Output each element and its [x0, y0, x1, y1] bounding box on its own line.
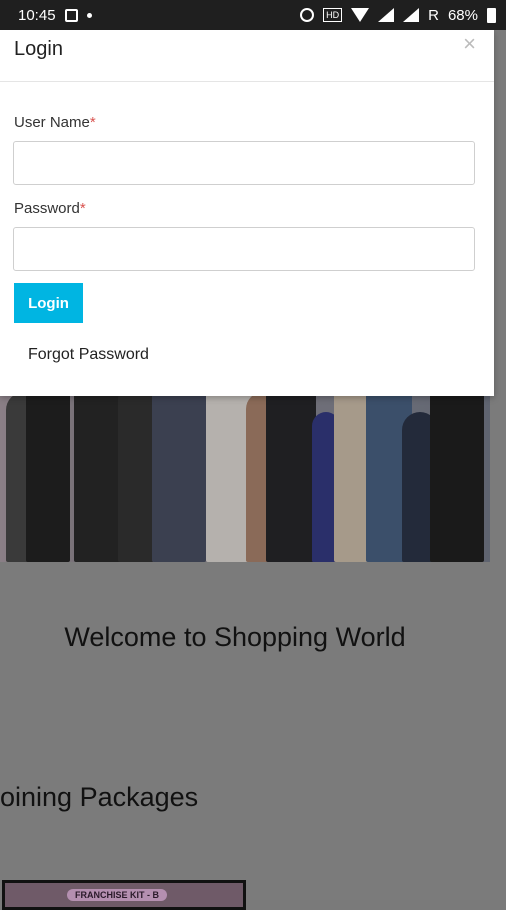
hd-icon: HD	[323, 8, 343, 22]
login-modal: Login × User Name* Password* Login Forgo…	[0, 30, 494, 396]
roaming-indicator: R	[428, 6, 439, 24]
login-button[interactable]: Login	[14, 283, 83, 323]
notification-dot-icon	[86, 12, 92, 18]
signal-icon-2	[403, 8, 420, 22]
required-mark: *	[79, 200, 86, 217]
joining-packages-heading: oining Packages	[0, 782, 199, 812]
signal-icon	[378, 8, 395, 22]
modal-title: Login	[14, 38, 63, 60]
alarm-icon	[300, 8, 315, 22]
package-label: FRANCHISE KIT - B	[67, 889, 167, 901]
username-label-text: User Name	[14, 114, 90, 131]
forgot-password-link[interactable]: Forgot Password	[28, 346, 149, 364]
package-card[interactable]: FRANCHISE KIT - B	[2, 880, 246, 910]
password-input[interactable]	[13, 227, 475, 271]
hero-person	[26, 372, 70, 562]
required-mark: *	[89, 114, 96, 131]
username-input[interactable]	[13, 141, 475, 185]
modal-header: Login ×	[0, 30, 494, 82]
password-label-text: Password	[14, 200, 80, 217]
gallery-icon	[64, 8, 78, 22]
status-time: 10:45	[18, 6, 56, 24]
welcome-heading: Welcome to Shopping World	[64, 622, 406, 652]
hero-person	[118, 382, 154, 562]
password-label: Password*	[14, 200, 86, 217]
close-icon[interactable]: ×	[463, 32, 476, 56]
status-bar: 10:45 HD R 68%	[0, 0, 506, 30]
username-label: User Name*	[14, 114, 96, 131]
battery-percent: 68%	[447, 6, 478, 24]
battery-icon	[487, 7, 496, 23]
wifi-icon	[351, 8, 370, 22]
